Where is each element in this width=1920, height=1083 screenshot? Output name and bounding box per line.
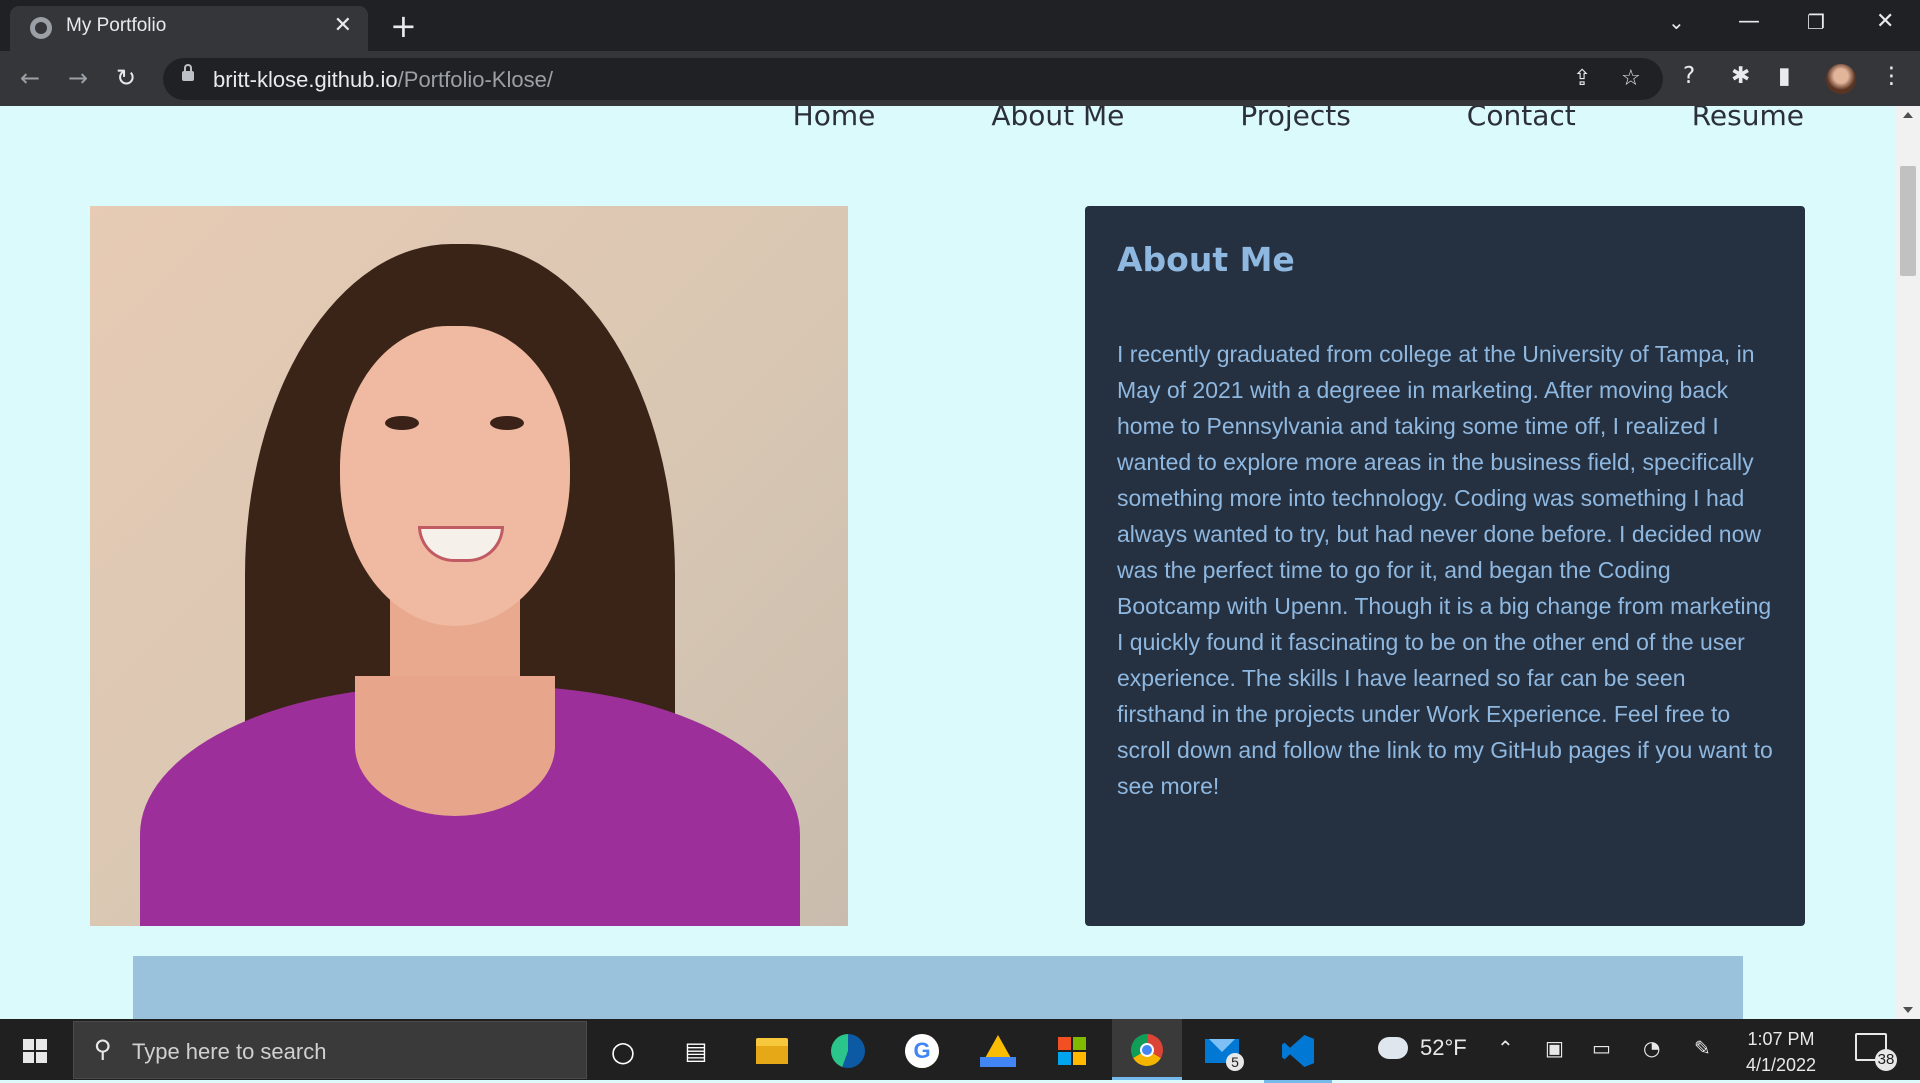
pen-icon[interactable]: ✎ <box>1694 1036 1711 1060</box>
browser-toolbar: ← → ↻ britt-klose.github.io/Portfolio-Kl… <box>0 51 1920 106</box>
share-icon[interactable]: ⇪ <box>1573 66 1591 91</box>
about-me-heading: About Me <box>1117 240 1295 279</box>
edge-browser-icon[interactable] <box>826 1029 870 1073</box>
back-arrow-icon[interactable]: ← <box>20 63 40 93</box>
windows-taskbar: ⚲ Type here to search ○ ▤ 5 52°F ⌃ ▣ ▭ ◔… <box>0 1019 1920 1083</box>
menu-dots-icon[interactable]: ⋮ <box>1880 63 1903 89</box>
clock-time: 1:07 PM <box>1747 1029 1815 1049</box>
taskbar-search-box[interactable]: ⚲ Type here to search <box>73 1021 587 1079</box>
reload-icon[interactable]: ↻ <box>116 63 136 93</box>
lock-icon <box>182 64 194 81</box>
browser-tab-strip: My Portfolio ✕ + ⌄ — ❐ ✕ <box>0 0 1920 51</box>
page-viewport: Home About Me Projects Contact Resume Ab… <box>0 106 1896 1019</box>
tab-search-chevron-icon[interactable]: ⌄ <box>1668 6 1685 38</box>
mail-badge: 5 <box>1226 1053 1244 1071</box>
weather-cloud-icon <box>1374 1031 1408 1059</box>
scroll-down-arrow-icon[interactable] <box>1903 1007 1913 1013</box>
google-icon[interactable] <box>900 1029 944 1073</box>
nav-projects[interactable]: Projects <box>1240 106 1350 132</box>
profile-photo <box>90 206 848 926</box>
microsoft-store-icon[interactable] <box>1050 1029 1094 1073</box>
notification-center-icon[interactable]: 38 <box>1855 1033 1897 1071</box>
weather-widget[interactable]: 52°F <box>1374 1031 1467 1061</box>
url-host: britt-klose.github.io <box>213 67 398 92</box>
page-scrollbar[interactable] <box>1896 106 1920 1019</box>
side-panel-icon[interactable]: ▮ <box>1778 63 1791 89</box>
mail-icon[interactable]: 5 <box>1200 1029 1244 1073</box>
chrome-icon[interactable] <box>1112 1019 1182 1080</box>
scroll-up-arrow-icon[interactable] <box>1903 112 1913 118</box>
tab-title: My Portfolio <box>66 15 167 36</box>
vscode-icon[interactable] <box>1264 1029 1332 1083</box>
search-icon: ⚲ <box>94 1035 112 1063</box>
extensions-puzzle-icon[interactable]: ✱ <box>1731 63 1750 89</box>
new-tab-button[interactable]: + <box>390 6 417 46</box>
scrollbar-thumb[interactable] <box>1900 166 1916 276</box>
tray-chevron-icon[interactable]: ⌃ <box>1497 1036 1514 1060</box>
help-extension-icon[interactable]: ? <box>1683 63 1695 89</box>
globe-icon <box>30 17 52 39</box>
nav-about-me[interactable]: About Me <box>991 106 1124 132</box>
profile-avatar[interactable] <box>1826 64 1856 94</box>
windows-start-icon[interactable] <box>23 1039 47 1063</box>
nav-home[interactable]: Home <box>793 106 876 132</box>
browser-tab[interactable]: My Portfolio ✕ <box>10 6 368 51</box>
url-text[interactable]: britt-klose.github.io/Portfolio-Klose/ <box>213 67 553 93</box>
taskbar-clock[interactable]: 1:07 PM 4/1/2022 <box>1746 1026 1816 1078</box>
forward-arrow-icon[interactable]: → <box>68 63 88 93</box>
task-view-icon[interactable]: ▤ <box>674 1029 718 1073</box>
minimize-icon[interactable]: — <box>1738 6 1760 38</box>
google-drive-icon[interactable] <box>976 1029 1020 1073</box>
url-path: /Portfolio-Klose/ <box>397 67 553 92</box>
clock-date: 4/1/2022 <box>1746 1055 1817 1075</box>
window-close-icon[interactable]: ✕ <box>1876 6 1894 38</box>
wifi-icon[interactable]: ◔ <box>1643 1036 1660 1060</box>
about-me-text: I recently graduated from college at the… <box>1117 341 1773 799</box>
search-placeholder: Type here to search <box>132 1039 327 1064</box>
notification-count: 38 <box>1875 1049 1897 1071</box>
about-me-card: About Me I recently graduated from colle… <box>1085 206 1805 926</box>
battery-icon[interactable]: ▭ <box>1592 1036 1611 1060</box>
meet-now-icon[interactable]: ▣ <box>1545 1036 1564 1060</box>
restore-icon[interactable]: ❐ <box>1807 6 1825 38</box>
nav-resume[interactable]: Resume <box>1692 106 1804 132</box>
bookmark-star-icon[interactable]: ☆ <box>1621 66 1641 91</box>
file-explorer-icon[interactable] <box>750 1029 794 1073</box>
site-nav: Home About Me Projects Contact Resume <box>793 106 1804 132</box>
weather-temperature: 52°F <box>1420 1035 1467 1060</box>
cortana-icon[interactable]: ○ <box>601 1029 645 1073</box>
address-bar[interactable]: britt-klose.github.io/Portfolio-Klose/ ⇪… <box>163 58 1663 100</box>
work-experience-section <box>133 956 1743 1019</box>
tab-close-icon[interactable]: ✕ <box>334 13 352 38</box>
nav-contact[interactable]: Contact <box>1467 106 1576 132</box>
